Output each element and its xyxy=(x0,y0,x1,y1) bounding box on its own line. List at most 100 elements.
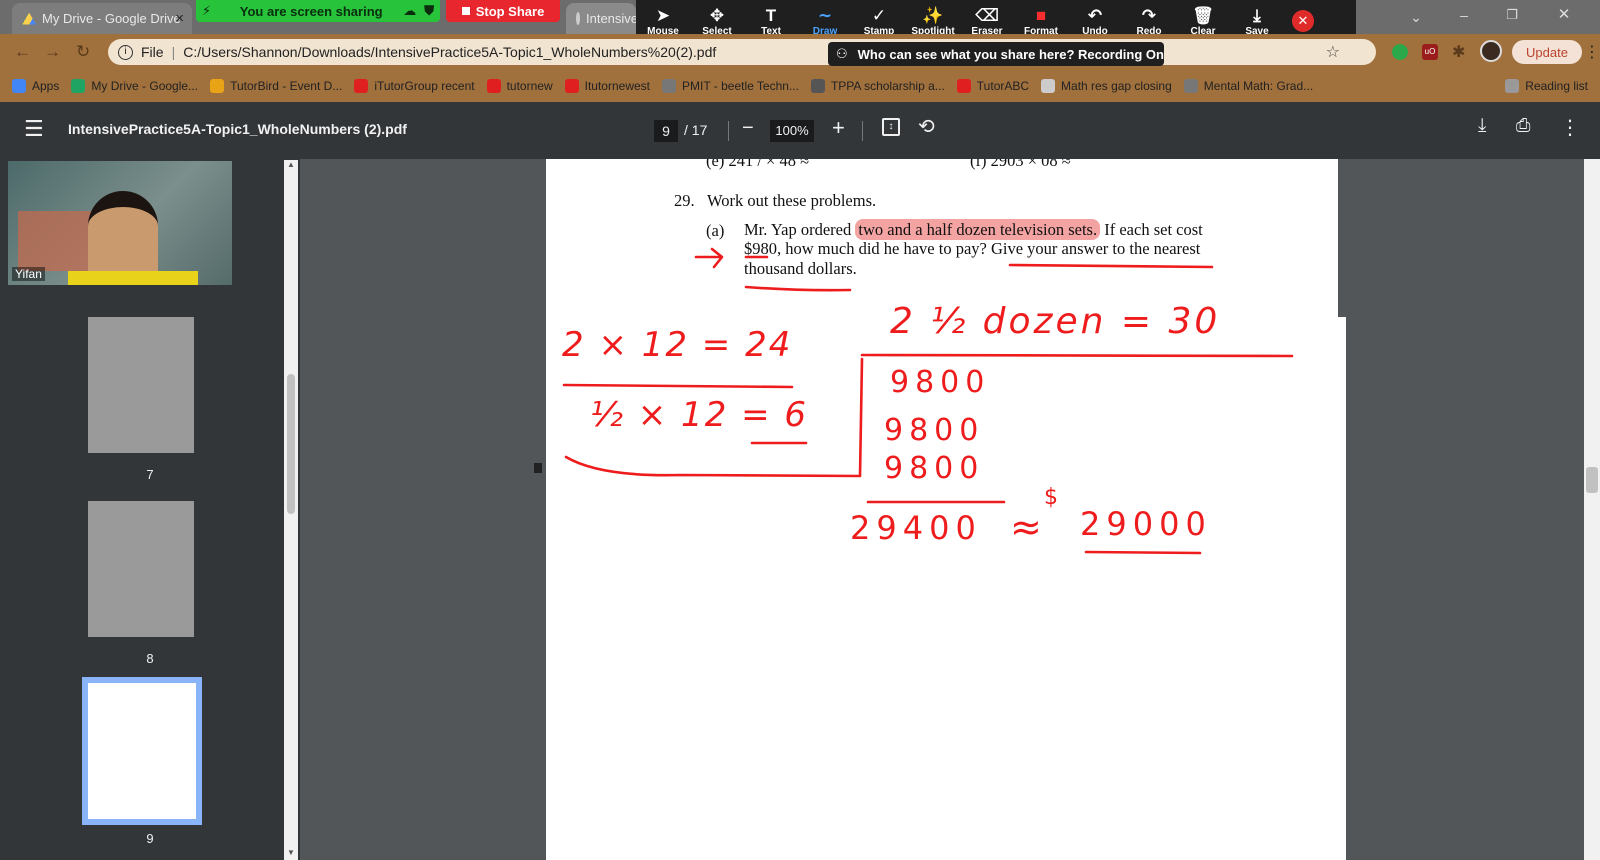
bookmark-label: Apps xyxy=(32,79,60,93)
puzzle-icon[interactable]: ✱ xyxy=(1452,42,1465,62)
bookmark-favicon-icon xyxy=(1505,79,1520,93)
people-icon: ⚇ xyxy=(836,46,848,61)
zoom-out-button[interactable]: − xyxy=(742,117,754,140)
handwritten-sum-row: 9800 xyxy=(890,365,991,400)
bookmark-item[interactable]: Itutornewest xyxy=(564,79,650,93)
bookmark-item[interactable]: TPPA scholarship a... xyxy=(810,79,945,93)
bookmarks-bar: Apps My Drive - Google... TutorBird - Even… xyxy=(0,70,1600,102)
tab-close-icon[interactable]: × xyxy=(175,10,184,27)
close-toolbar-icon[interactable]: ✕ xyxy=(1292,10,1314,32)
zoom-input[interactable]: 100% xyxy=(770,120,814,142)
divider-left-line xyxy=(562,383,794,389)
bookmark-item[interactable]: My Drive - Google... xyxy=(71,79,198,93)
reload-icon[interactable]: ↻ xyxy=(76,42,90,62)
tab-title: IntensivePractice5A-Topic1_WholeNumbers … xyxy=(586,11,636,26)
page-marker xyxy=(534,463,542,473)
bookmark-item[interactable]: PMIT - beetle Techn... xyxy=(662,79,799,93)
participant-video[interactable]: Yifan xyxy=(8,161,232,285)
tab-search-button[interactable]: ⌄ xyxy=(1398,4,1434,30)
scroll-thumb[interactable] xyxy=(1586,467,1598,493)
more-menu-icon[interactable]: ⋮ xyxy=(1584,42,1600,62)
divider-top xyxy=(860,353,1294,358)
menu-icon[interactable]: ☰ xyxy=(24,116,44,142)
extension-icon[interactable] xyxy=(1392,44,1408,60)
bookmark-item[interactable]: Apps xyxy=(12,79,59,93)
scroll-down-icon[interactable]: ▼ xyxy=(287,848,295,857)
bookmark-favicon-icon xyxy=(956,79,971,93)
bookmark-item[interactable]: TutorBird - Event D... xyxy=(210,79,342,93)
move-icon: ✥ xyxy=(709,5,725,25)
scroll-thumb[interactable] xyxy=(287,374,295,514)
profile-avatar[interactable] xyxy=(1480,40,1502,62)
arrow-pointer xyxy=(694,247,724,269)
tab-my-drive[interactable]: My Drive - Google Drive × xyxy=(12,3,192,34)
address-bar[interactable]: i File | C:/Users/Shannon/Downloads/Inte… xyxy=(108,39,1376,65)
info-icon: i xyxy=(118,44,133,60)
participant-face xyxy=(88,191,158,281)
page-thumbnail-selected[interactable] xyxy=(82,677,202,825)
rotate-icon[interactable]: ⟲ xyxy=(918,114,935,139)
screen-sharing-banner[interactable]: ⚡ You are screen sharing ☁ ⛊ xyxy=(196,0,440,22)
bookmark-favicon-icon xyxy=(486,79,501,93)
handwritten-work-left-1: 2 × 12 = 24 xyxy=(562,325,793,365)
bookmark-item[interactable]: iTutorGroup recent xyxy=(354,79,475,93)
stop-share-button[interactable]: Stop Share xyxy=(446,0,560,22)
sidebar-scrollbar[interactable]: ▲ ▼ xyxy=(284,160,298,860)
answer-underline xyxy=(1084,550,1202,555)
cursor-icon: ➤ xyxy=(655,5,671,25)
handwritten-answer: 29000 xyxy=(1080,505,1212,543)
scroll-up-icon[interactable]: ▲ xyxy=(287,160,295,169)
more-options-icon[interactable]: ⋮ xyxy=(1560,115,1580,140)
bookmark-item[interactable]: Mental Math: Grad... xyxy=(1183,79,1313,93)
back-icon[interactable]: ← xyxy=(14,42,31,62)
update-button[interactable]: Update xyxy=(1512,40,1582,64)
bookmark-item[interactable]: Reading list xyxy=(1505,79,1588,93)
close-window-button[interactable]: ✕ xyxy=(1540,0,1588,30)
handwritten-approx: ≈ xyxy=(1010,505,1042,549)
page-number-input[interactable]: 9 xyxy=(654,120,678,142)
handwritten-sum-row: 9800 xyxy=(884,451,985,486)
page-thumbnail[interactable] xyxy=(88,501,194,637)
maximize-button[interactable]: ❐ xyxy=(1490,0,1534,30)
check-icon: ✓ xyxy=(871,5,887,25)
bookmark-label: PMIT - beetle Techn... xyxy=(682,79,799,93)
bookmark-favicon-icon xyxy=(1041,79,1056,93)
recording-notice-text: Who can see what you share here? Recordi… xyxy=(857,46,1164,62)
handwritten-total: 29400 xyxy=(850,509,982,547)
save-icon: ⤓ xyxy=(1253,5,1261,25)
tab-title: My Drive - Google Drive xyxy=(42,11,181,26)
page-thumbnail[interactable] xyxy=(88,317,194,453)
bookmark-label: Math res gap closing xyxy=(1061,79,1172,93)
print-icon[interactable]: ⎙ xyxy=(1516,115,1530,136)
participant-name: Yifan xyxy=(12,267,45,281)
bookmark-label: TutorBird - Event D... xyxy=(230,79,343,93)
handwritten-dollar: $ xyxy=(1044,485,1058,510)
bookmark-favicon-icon xyxy=(12,79,26,93)
eraser-icon: ⌫ xyxy=(974,5,1000,25)
pdf-viewer: (e) 241 / × 48 ≈ (f) 2903 × 08 ≈ 29. Wor… xyxy=(300,159,1584,860)
bookmark-item[interactable]: TutorABC xyxy=(956,79,1029,93)
zoom-in-button[interactable]: + xyxy=(832,115,845,141)
share-arrow-icon: ⚡ xyxy=(202,3,212,18)
viewer-scrollbar[interactable] xyxy=(1584,159,1600,860)
ublock-icon[interactable]: uO xyxy=(1422,44,1438,60)
total-pages: / 17 xyxy=(684,122,708,138)
cloud-icon: ☁ xyxy=(403,3,417,18)
bookmark-star-icon[interactable]: ☆ xyxy=(1326,42,1340,62)
recording-notice[interactable]: ⚇ Who can see what you share here? Recor… xyxy=(828,42,1164,66)
bookmark-item[interactable]: Math res gap closing xyxy=(1041,79,1172,93)
page-thumbnail-number: 9 xyxy=(146,831,154,846)
download-icon[interactable]: ⤓ xyxy=(1478,115,1486,137)
bookmark-item[interactable]: tutornew xyxy=(486,79,553,93)
bookmark-label: My Drive - Google... xyxy=(91,79,199,93)
minimize-button[interactable]: – xyxy=(1442,0,1486,30)
tab-pdf[interactable]: IntensivePractice5A-Topic1_WholeNumbers … xyxy=(566,3,636,34)
stop-share-label: Stop Share xyxy=(475,3,545,19)
thumbnail-sidebar: Yifan 7 8 9 xyxy=(0,159,300,860)
share-banner-text: You are screen sharing xyxy=(239,3,383,19)
fit-page-icon[interactable]: ↕ xyxy=(882,118,900,136)
undo-icon: ↶ xyxy=(1087,5,1103,25)
forward-icon[interactable]: → xyxy=(44,42,61,62)
wand-icon: ✨ xyxy=(922,5,944,25)
divider xyxy=(862,121,863,141)
